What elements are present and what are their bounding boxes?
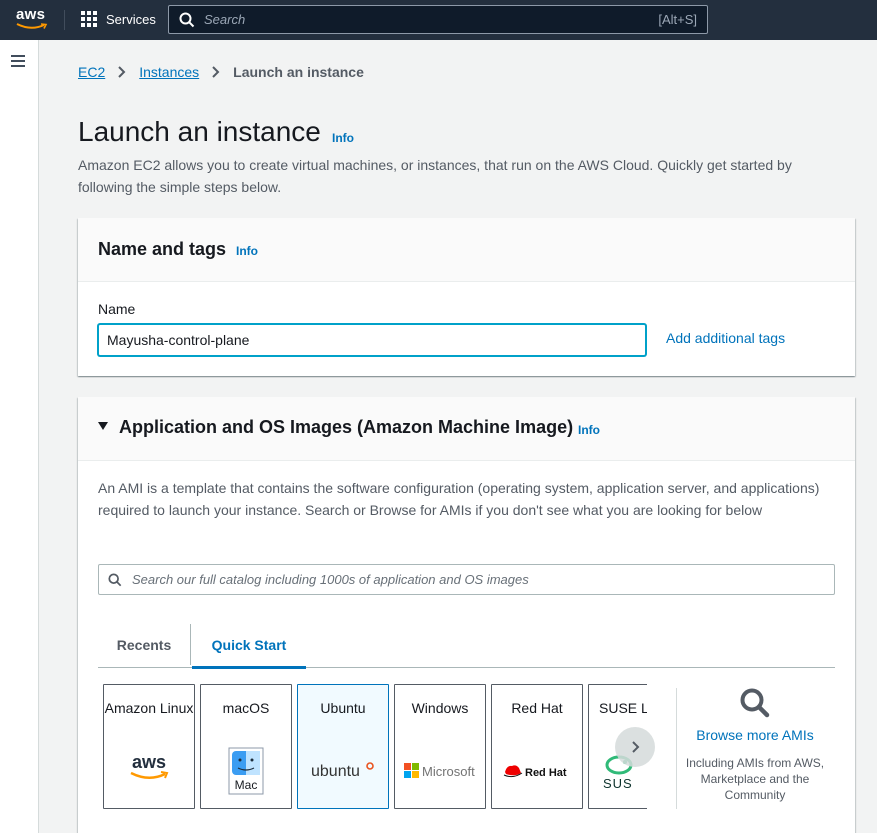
ami-panel-header: Application and OS Images (Amazon Machin… xyxy=(78,397,855,461)
ami-card-label: Amazon Linux xyxy=(104,700,194,716)
ami-card-label: Ubuntu xyxy=(320,700,366,716)
page-description: Amazon EC2 allows you to create virtual … xyxy=(78,157,792,195)
tab-recents[interactable]: Recents xyxy=(98,623,190,667)
global-search-input[interactable] xyxy=(204,12,624,27)
ami-search-input[interactable] xyxy=(132,572,812,587)
aws-logo-text: aws xyxy=(16,6,46,23)
redhat-logo-text: Red Hat xyxy=(525,767,567,779)
ami-card-macos[interactable]: macOS Mac xyxy=(200,684,292,809)
ami-info-link[interactable]: Info xyxy=(578,423,600,437)
breadcrumb-current: Launch an instance xyxy=(233,64,364,80)
ami-card-label: Windows xyxy=(411,700,469,716)
carousel-next-button[interactable] xyxy=(615,727,655,767)
breadcrumb-instances-link[interactable]: Instances xyxy=(139,64,199,80)
breadcrumb: EC2 Instances Launch an instance xyxy=(78,64,364,80)
browse-more-amis-link[interactable]: Browse more AMIs xyxy=(685,727,825,743)
ami-panel: Application and OS Images (Amazon Machin… xyxy=(78,397,855,833)
search-shortcut-hint: [Alt+S] xyxy=(658,12,697,27)
aws-logo[interactable]: aws xyxy=(16,6,48,32)
search-icon xyxy=(108,572,122,586)
mac-logo-text: Mac xyxy=(235,778,258,792)
chevron-right-icon xyxy=(118,66,126,78)
microsoft-logo-icon: Microsoft xyxy=(395,762,485,780)
page-title: Launch an instance xyxy=(78,116,321,147)
tab-quick-start[interactable]: Quick Start xyxy=(192,623,306,669)
services-menu-button[interactable]: Services xyxy=(81,11,156,27)
search-icon xyxy=(685,687,825,719)
ami-card-red-hat[interactable]: Red Hat Red Hat xyxy=(491,684,583,809)
ami-card-amazon-linux[interactable]: Amazon Linux aws xyxy=(103,684,195,809)
ami-search-box[interactable] xyxy=(98,564,835,595)
ami-card-windows[interactable]: Windows Microsoft xyxy=(394,684,486,809)
caret-down-icon[interactable] xyxy=(98,422,108,430)
aws-logo-icon: aws xyxy=(104,753,194,783)
chevron-right-icon xyxy=(632,741,640,753)
nav-divider xyxy=(64,10,65,30)
ami-card-label: SUSE Li xyxy=(599,700,647,716)
ami-card-label: Red Hat xyxy=(511,700,563,716)
search-icon xyxy=(179,12,195,27)
redhat-logo-icon: Red Hat xyxy=(492,762,582,782)
aws-logo-text: aws xyxy=(132,753,166,772)
ubuntu-logo-icon: ubuntu xyxy=(298,759,388,781)
suse-logo-text: SUS xyxy=(603,776,633,791)
top-navigation: aws Services [Alt+S] xyxy=(0,0,877,40)
ami-card-label: macOS xyxy=(222,700,270,716)
chevron-right-icon xyxy=(212,66,220,78)
finder-icon: Mac xyxy=(201,747,291,795)
ami-card-list: Amazon Linux aws macOS Mac Ubuntu ubuntu… xyxy=(103,684,647,810)
grid-menu-icon xyxy=(81,11,97,27)
browse-more-amis: Browse more AMIs Including AMIs from AWS… xyxy=(685,687,825,803)
global-search[interactable]: [Alt+S] xyxy=(168,5,708,34)
services-label: Services xyxy=(106,11,156,27)
add-additional-tags-link[interactable]: Add additional tags xyxy=(666,330,785,346)
tab-divider xyxy=(190,624,191,665)
ami-panel-title[interactable]: Application and OS Images (Amazon Machin… xyxy=(119,417,573,438)
name-and-tags-header: Name and tags Info xyxy=(78,218,855,282)
page-info-link[interactable]: Info xyxy=(332,131,354,145)
side-navigation xyxy=(0,40,39,833)
menu-toggle-icon[interactable] xyxy=(11,55,25,67)
name-and-tags-title: Name and tags xyxy=(98,239,227,259)
ami-description: An AMI is a template that contains the s… xyxy=(98,480,820,518)
name-and-tags-panel: Name and tags Info Name Add additional t… xyxy=(78,218,855,376)
name-field-label: Name xyxy=(98,301,136,317)
cards-divider xyxy=(676,688,677,809)
microsoft-logo-text: Microsoft xyxy=(422,764,475,779)
breadcrumb-ec2-link[interactable]: EC2 xyxy=(78,64,105,80)
name-field[interactable] xyxy=(98,324,646,356)
ubuntu-logo-text: ubuntu xyxy=(311,763,360,780)
ami-card-ubuntu[interactable]: Ubuntu ubuntu xyxy=(297,684,389,809)
ami-tabs: Recents Quick Start xyxy=(98,623,835,669)
name-and-tags-info-link[interactable]: Info xyxy=(236,244,258,258)
browse-more-amis-subtext: Including AMIs from AWS, Marketplace and… xyxy=(685,756,825,802)
aws-smile-icon xyxy=(16,23,48,29)
